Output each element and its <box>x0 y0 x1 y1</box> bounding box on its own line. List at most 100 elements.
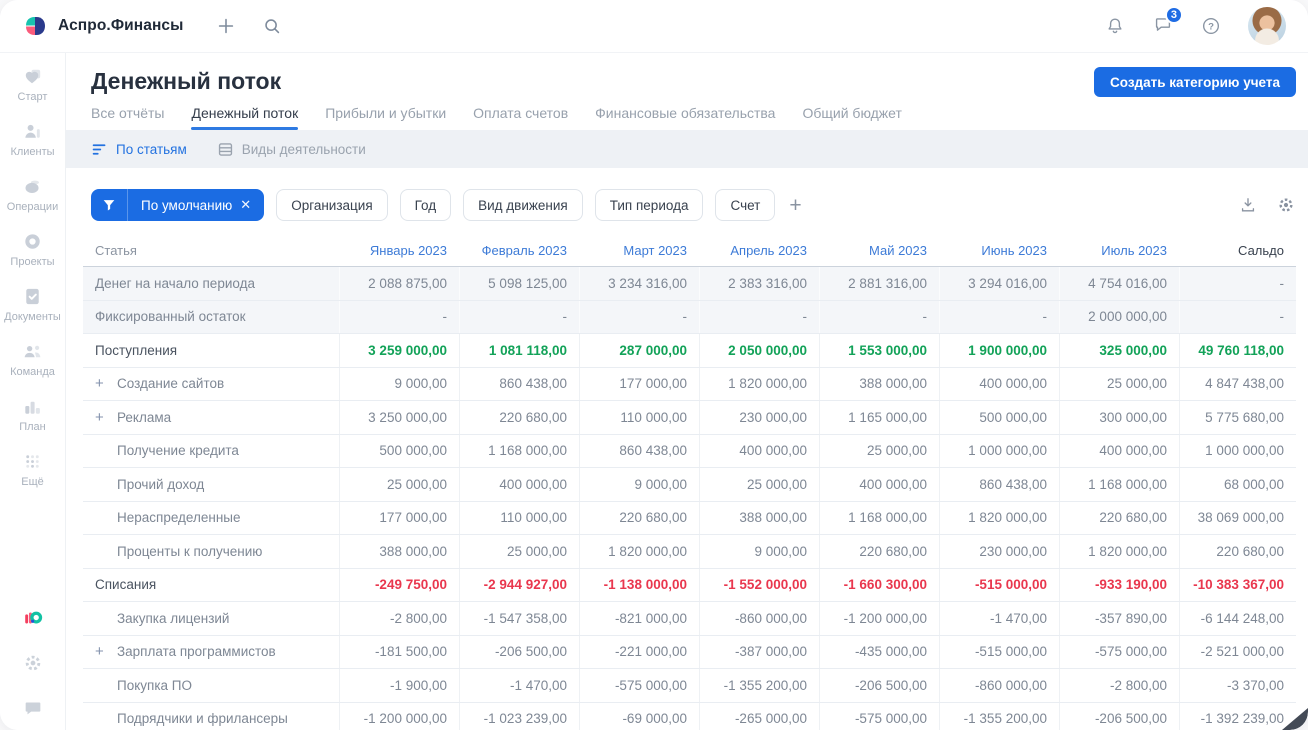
download-icon[interactable] <box>1238 195 1258 215</box>
sidebar-item-rocket[interactable]: Старт <box>3 65 63 103</box>
filter-preset-chip[interactable]: По умолчанию ✕ <box>91 189 265 221</box>
report-tab-3[interactable]: Оплата счетов <box>473 105 568 130</box>
table-row[interactable]: Подрядчики и фрилансеры -1 200 000,00 -1 0… <box>83 702 1296 730</box>
col-header-month-7[interactable]: Июль 2023 <box>1059 243 1179 258</box>
sidebar-item-clients[interactable]: Клиенты <box>3 120 63 158</box>
table-row[interactable]: Поступления 3 259 000,00 1 081 118,00 287 0… <box>83 334 1296 368</box>
saldo-cell: 4 847 438,00 <box>1179 367 1296 400</box>
report-tab-0[interactable]: Все отчёты <box>91 105 164 130</box>
search-icon[interactable] <box>261 15 283 37</box>
col-header-month-1[interactable]: Январь 2023 <box>339 243 459 258</box>
create-category-button[interactable]: Создать категорию учета <box>1094 67 1296 97</box>
row-label: Проценты к получению <box>117 543 263 559</box>
funnel-icon <box>91 189 128 221</box>
table-row[interactable]: Проценты к получению 388 000,00 25 000,00 1… <box>83 535 1296 569</box>
value-cell: 1 081 118,00 <box>459 334 579 367</box>
clients-icon <box>21 120 44 143</box>
col-header-month-5[interactable]: Май 2023 <box>819 243 939 258</box>
value-cell: - <box>579 300 699 333</box>
value-cell: 1 165 000,00 <box>819 401 939 434</box>
row-label-cell: + Создание сайтов <box>83 375 339 392</box>
col-header-article: Статья <box>95 242 137 258</box>
filter-chip-2[interactable]: Вид движения <box>463 189 583 221</box>
rocket-icon <box>21 65 44 88</box>
expand-plus-icon[interactable]: + <box>95 409 117 426</box>
expand-plus-icon[interactable]: + <box>95 375 117 392</box>
value-cell: 1 168 000,00 <box>1059 468 1179 501</box>
value-cell: 220 680,00 <box>1059 501 1179 534</box>
filter-chip-3[interactable]: Тип периода <box>594 189 704 221</box>
table-row[interactable]: Покупка ПО -1 900,00 -1 470,00 -575 000,00-… <box>83 669 1296 703</box>
row-label-cell: Прочий доход <box>83 477 339 492</box>
value-cell: 177 000,00 <box>339 501 459 534</box>
col-header-month-3[interactable]: Март 2023 <box>579 243 699 258</box>
expand-plus-icon[interactable]: + <box>95 643 117 660</box>
notifications-bell-icon[interactable] <box>1104 15 1126 37</box>
table-row[interactable]: + Реклама 3 250 000,00 220 680,00 110 000,00… <box>83 401 1296 435</box>
quick-add-icon[interactable] <box>215 15 237 37</box>
filter-chip-4[interactable]: Счет <box>715 189 776 221</box>
table-row[interactable]: Прочий доход 25 000,00 400 000,00 9 000,00 2… <box>83 468 1296 502</box>
value-cell: - <box>939 300 1059 333</box>
settings-gear-icon[interactable] <box>22 652 44 674</box>
sidebar-item-more-grid[interactable]: Ещё <box>3 450 63 488</box>
sidebar-item-label: Клиенты <box>10 146 55 158</box>
view-subtab-1[interactable]: Виды деятельности <box>217 141 366 158</box>
row-label-cell: Проценты к получению <box>83 544 339 559</box>
aspro-mini-logo-icon[interactable] <box>22 607 44 629</box>
sidebar-item-plan[interactable]: План <box>3 395 63 433</box>
value-cell: 400 000,00 <box>699 434 819 467</box>
support-chat-icon[interactable] <box>22 697 44 719</box>
col-header-month-4[interactable]: Апрель 2023 <box>699 243 819 258</box>
filter-chip-1[interactable]: Год <box>399 189 452 221</box>
value-cell: 287 000,00 <box>579 334 699 367</box>
value-cell: -860 000,00 <box>699 602 819 635</box>
value-cell: 230 000,00 <box>939 535 1059 568</box>
clear-filter-icon[interactable]: ✕ <box>240 197 251 213</box>
table-row[interactable]: Получение кредита 500 000,00 1 168 000,00 8… <box>83 434 1296 468</box>
value-cell: 220 680,00 <box>819 535 939 568</box>
table-row[interactable]: + Зарплата программистов -181 500,00 -206 5… <box>83 635 1296 669</box>
sidebar-item-operations[interactable]: Операции <box>3 175 63 213</box>
team-icon <box>21 340 44 363</box>
value-cell: -1 470,00 <box>939 602 1059 635</box>
table-row[interactable]: Денег на начало периода 2 088 875,00 5 098… <box>83 267 1296 301</box>
row-label-cell: Денег на начало периода <box>83 276 339 291</box>
table-settings-gear-icon[interactable] <box>1276 195 1296 215</box>
col-header-month-2[interactable]: Февраль 2023 <box>459 243 579 258</box>
value-cell: -575 000,00 <box>579 669 699 702</box>
table-row[interactable]: Фиксированный остаток - - - - - -2 000 000,00- <box>83 300 1296 334</box>
table-row[interactable]: Нераспределенные 177 000,00 110 000,00 220 … <box>83 501 1296 535</box>
user-avatar[interactable] <box>1248 7 1286 45</box>
table-header-row: Статья Январь 2023 Февраль 2023 Март 2023 Ап… <box>83 234 1296 267</box>
cashflow-table: Статья Январь 2023 Февраль 2023 Март 2023 Ап… <box>83 234 1296 730</box>
view-subtab-0[interactable]: По статьям <box>91 141 187 158</box>
view-mode-band: По статьям Виды деятельности <box>66 130 1308 168</box>
value-cell: -1 547 358,00 <box>459 602 579 635</box>
sidebar-item-documents[interactable]: Документы <box>3 285 63 323</box>
value-cell: -69 000,00 <box>579 702 699 730</box>
col-header-month-6[interactable]: Июнь 2023 <box>939 243 1059 258</box>
value-cell: 3 259 000,00 <box>339 334 459 367</box>
sidebar-item-label: Старт <box>17 91 48 103</box>
sidebar-item-projects[interactable]: Проекты <box>3 230 63 268</box>
table-row[interactable]: + Создание сайтов 9 000,00 860 438,00 177 00… <box>83 367 1296 401</box>
table-row[interactable]: Списания -249 750,00 -2 944 927,00 -1 138 0… <box>83 568 1296 602</box>
filter-chip-0[interactable]: Организация <box>276 189 388 221</box>
value-cell: -265 000,00 <box>699 702 819 730</box>
row-label-cell: Получение кредита <box>83 443 339 458</box>
row-label: Подрядчики и фрилансеры <box>117 711 288 727</box>
report-tab-4[interactable]: Финансовые обязательства <box>595 105 775 130</box>
value-cell: -1 900,00 <box>339 669 459 702</box>
table-row[interactable]: Закупка лицензий -2 800,00 -1 547 358,00 -8… <box>83 602 1296 636</box>
add-filter-icon[interactable]: + <box>789 195 801 216</box>
value-cell: 1 820 000,00 <box>1059 535 1179 568</box>
brand[interactable]: Аспро.Финансы <box>22 13 183 39</box>
value-cell: 860 438,00 <box>579 434 699 467</box>
report-tab-2[interactable]: Прибыли и убытки <box>325 105 446 130</box>
report-tab-5[interactable]: Общий бюджет <box>802 105 901 130</box>
help-icon[interactable]: ? <box>1200 15 1222 37</box>
sidebar-item-team[interactable]: Команда <box>3 340 63 378</box>
report-tab-1[interactable]: Денежный поток <box>191 105 298 130</box>
value-cell: -1 200 000,00 <box>819 602 939 635</box>
